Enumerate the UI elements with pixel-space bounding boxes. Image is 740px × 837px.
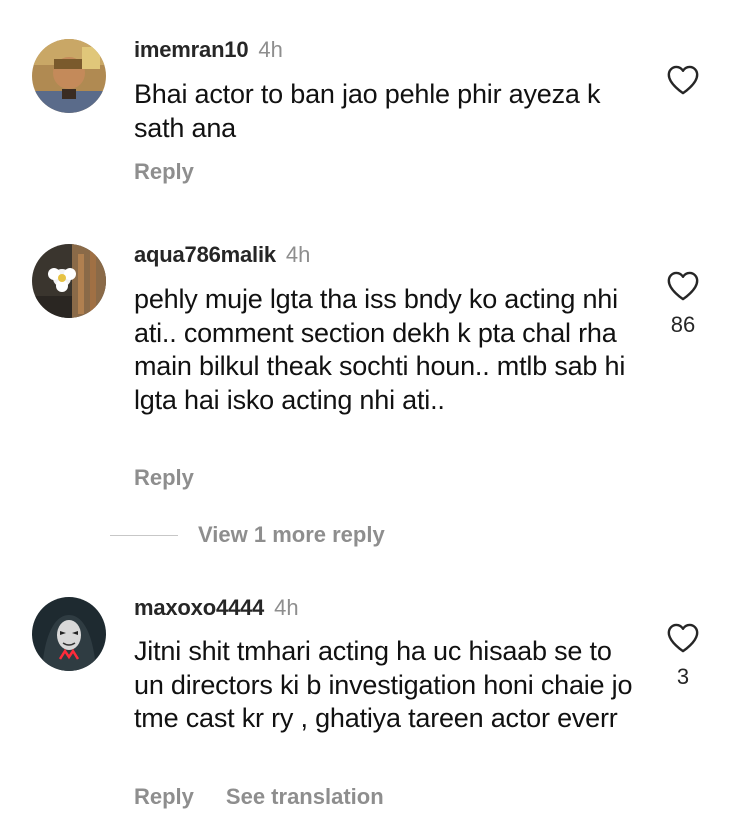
like-area <box>660 64 706 106</box>
comment-actions: Reply <box>134 465 194 491</box>
comment-meta: maxoxo4444 4h <box>134 595 299 621</box>
divider-line <box>110 534 178 536</box>
avatar[interactable] <box>32 244 106 318</box>
username[interactable]: aqua786malik <box>134 242 276 267</box>
comment-meta: aqua786malik 4h <box>134 242 310 268</box>
avatar-image <box>32 39 106 113</box>
comment-text: Bhai actor to ban jao pehle phir ayeza k… <box>134 79 601 143</box>
avatar-image <box>32 597 106 671</box>
like-count: 3 <box>676 664 690 689</box>
comment-actions: Reply <box>134 159 194 185</box>
timestamp: 4h <box>258 37 283 62</box>
like-area: 3 <box>660 622 706 690</box>
heart-outline-icon[interactable] <box>666 64 700 96</box>
comment-text: Jitni shit tmhari acting ha uc hisaab se… <box>134 636 633 733</box>
username[interactable]: imemran10 <box>134 37 249 62</box>
comment-text: pehly muje lgta tha iss bndy ko acting n… <box>134 284 626 415</box>
comment-actions: Reply See translation <box>134 784 384 810</box>
heart-outline-icon[interactable] <box>666 622 700 654</box>
username[interactable]: maxoxo4444 <box>134 595 264 620</box>
heart-outline-icon[interactable] <box>666 270 700 302</box>
timestamp: 4h <box>274 595 299 620</box>
reply-button[interactable]: Reply <box>134 465 194 490</box>
see-translation-button[interactable]: See translation <box>226 784 384 809</box>
reply-button[interactable]: Reply <box>134 159 194 184</box>
like-area: 86 <box>660 270 706 338</box>
avatar[interactable] <box>32 39 106 113</box>
avatar[interactable] <box>32 597 106 671</box>
view-more-replies-label[interactable]: View 1 more reply <box>198 522 385 547</box>
reply-button[interactable]: Reply <box>134 784 194 809</box>
timestamp: 4h <box>285 242 311 267</box>
avatar-image <box>32 244 106 318</box>
like-count: 86 <box>670 312 696 337</box>
comment-meta: imemran10 4h <box>134 37 283 63</box>
view-more-replies[interactable]: View 1 more reply <box>110 522 385 552</box>
